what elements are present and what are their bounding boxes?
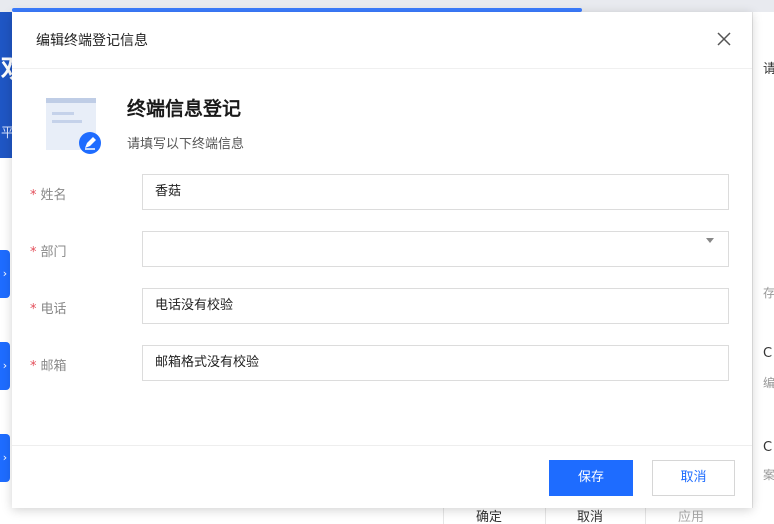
background-right-text: C xyxy=(763,440,773,455)
form-heading: 终端信息登记 xyxy=(127,98,242,120)
background-right-text: 案 xyxy=(763,468,774,482)
edit-terminal-dialog: 编辑终端登记信息 终端信息登记 请填写以下终端信息 * 姓名 香菇 * 部门 * 电话… xyxy=(12,12,752,508)
required-mark: * xyxy=(30,359,37,374)
required-mark: * xyxy=(30,302,37,317)
email-label: * 邮箱 xyxy=(30,359,67,374)
form-subheading: 请填写以下终端信息 xyxy=(127,137,245,152)
background-banner: 欢 平 xyxy=(0,12,27,158)
chevron-down-icon[interactable] xyxy=(706,238,714,243)
department-label: * 部门 xyxy=(30,245,67,260)
background-right-text: 请 xyxy=(763,62,774,77)
dialog-footer-divider xyxy=(12,445,752,446)
dialog-title: 编辑终端登记信息 xyxy=(36,33,148,49)
dialog-header: 编辑终端登记信息 xyxy=(12,12,752,69)
background-side-button[interactable]: › xyxy=(0,434,10,482)
email-input[interactable]: 邮箱格式没有校验 xyxy=(142,345,729,381)
background-confirm-button[interactable]: 确定 xyxy=(443,508,534,524)
department-select[interactable] xyxy=(142,231,729,267)
form-edit-icon xyxy=(46,98,102,154)
background-cancel-button[interactable]: 取消 xyxy=(545,508,634,524)
close-icon[interactable] xyxy=(714,29,734,49)
background-right-text: 存 xyxy=(763,286,774,300)
background-apply-button[interactable]: 应用 xyxy=(645,508,736,524)
phone-input[interactable]: 电话没有校验 xyxy=(142,288,729,324)
background-side-button[interactable]: › xyxy=(0,250,10,298)
required-mark: * xyxy=(30,245,37,260)
background-right-text: C xyxy=(763,346,773,361)
phone-label: * 电话 xyxy=(30,302,67,317)
background-right-text: 编 xyxy=(763,376,774,390)
save-button[interactable]: 保存 xyxy=(549,460,633,496)
required-mark: * xyxy=(30,188,37,203)
name-input[interactable]: 香菇 xyxy=(142,174,729,210)
name-label: * 姓名 xyxy=(30,188,67,203)
background-side-button[interactable]: › xyxy=(0,342,10,390)
cancel-button[interactable]: 取消 xyxy=(652,460,735,496)
